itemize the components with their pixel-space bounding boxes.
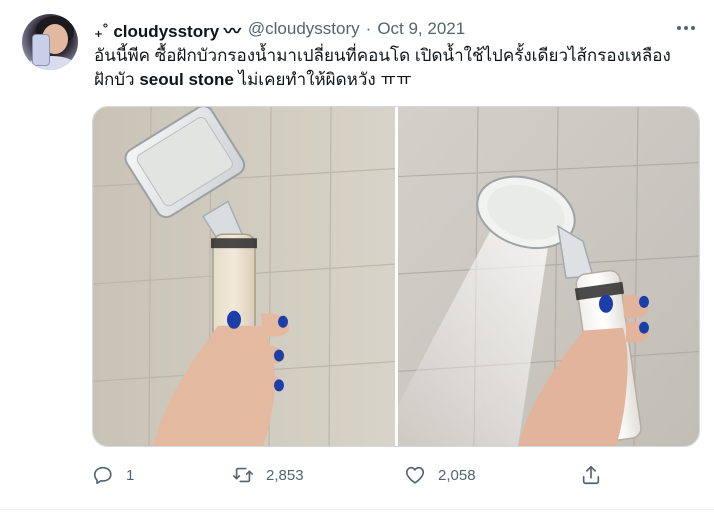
like-count: 2,058 xyxy=(438,466,476,484)
user-handle[interactable]: @cloudysstory xyxy=(248,19,360,39)
avatar-phone-shape xyxy=(32,34,50,66)
retweet-icon xyxy=(233,467,253,483)
retweet-count: 2,853 xyxy=(266,466,304,484)
tweet-header: ₊˚ cloudysstory 〰 @cloudysstory · Oct 9,… xyxy=(94,17,465,41)
reply-count: 1 xyxy=(126,466,135,484)
tweet-text: อันนี้พีค ซื้อฝักบัวกรองน้ำมาเปลี่ยนที่ค… xyxy=(94,44,704,92)
tweet-actions: 1 2,853 2,058 xyxy=(92,460,612,490)
photo-shower-filter-held[interactable] xyxy=(93,107,395,446)
more-horizontal-icon xyxy=(677,26,695,30)
tweet-date[interactable]: Oct 9, 2021 xyxy=(377,19,465,39)
retweet-button[interactable]: 2,853 xyxy=(232,464,304,486)
share-icon xyxy=(582,465,600,485)
tweet-text-part2: ไม่เคยทำให้ผิดหวัง ㅠㅠ xyxy=(233,70,412,89)
more-options-button[interactable] xyxy=(674,18,698,38)
tweet-text-bold: seoul stone xyxy=(139,70,234,89)
photo-shower-filter-spraying[interactable] xyxy=(398,107,699,446)
media-grid xyxy=(92,106,700,447)
header-separator: · xyxy=(365,19,372,38)
avatar[interactable] xyxy=(22,14,78,70)
share-button[interactable] xyxy=(580,464,602,486)
heart-icon xyxy=(405,466,425,484)
display-name[interactable]: ₊˚ cloudysstory 〰 xyxy=(94,17,241,42)
reply-icon xyxy=(93,466,112,485)
bottom-divider xyxy=(0,509,714,510)
like-button[interactable]: 2,058 xyxy=(404,464,476,486)
tweet-card[interactable]: ₊˚ cloudysstory 〰 @cloudysstory · Oct 9,… xyxy=(0,0,714,513)
reply-button[interactable]: 1 xyxy=(92,464,134,486)
